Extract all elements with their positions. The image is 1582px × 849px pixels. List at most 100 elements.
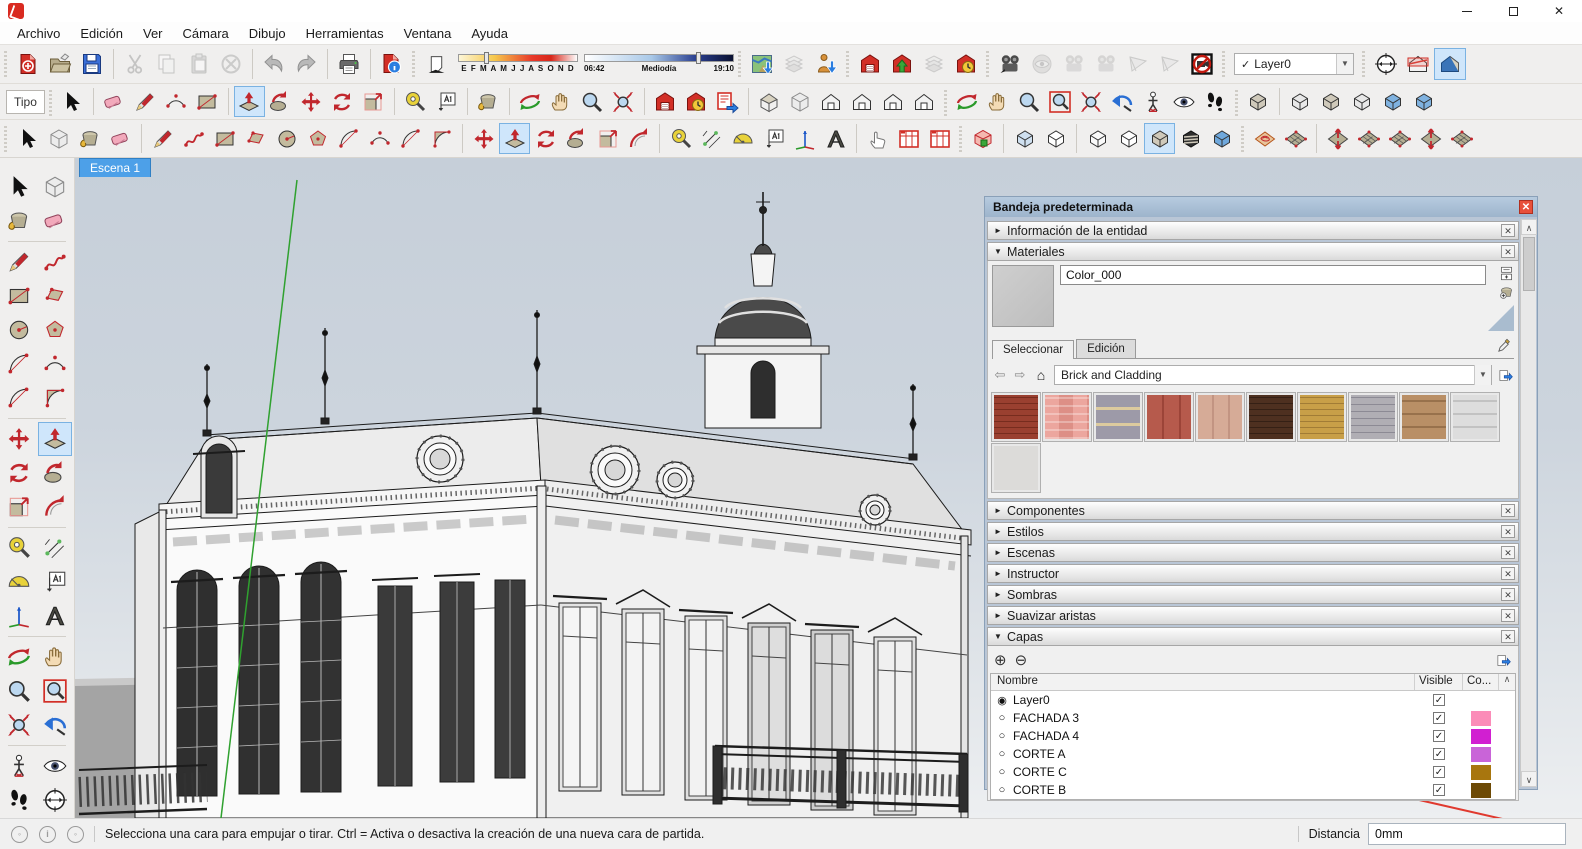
print-button[interactable] — [333, 48, 365, 80]
display-section-planes-button[interactable] — [1402, 48, 1434, 80]
walk-tool[interactable] — [1200, 86, 1231, 117]
section-plane-button[interactable] — [1370, 48, 1402, 80]
polygon-tool[interactable] — [38, 313, 72, 347]
zoom-tool[interactable] — [2, 674, 36, 708]
view-iso-button[interactable] — [754, 86, 785, 117]
swatch-tan-siding[interactable] — [1400, 393, 1448, 441]
add-scene-button[interactable] — [994, 48, 1026, 80]
followme-tool[interactable] — [561, 123, 592, 154]
geolocation-icon[interactable]: ◦ — [11, 826, 28, 843]
move-tool[interactable] — [468, 123, 499, 154]
orbit-tool[interactable] — [952, 86, 983, 117]
collection-dropdown[interactable]: Brick and Cladding ▼ — [1054, 365, 1492, 385]
tray-scrollbar[interactable]: ∧ ∨ — [1520, 219, 1536, 787]
sign-in-icon[interactable]: ◦ — [67, 826, 84, 843]
line-tool[interactable] — [2, 245, 36, 279]
interact-tool[interactable] — [862, 123, 893, 154]
add-building-button[interactable] — [810, 48, 842, 80]
dimension-tool[interactable] — [38, 531, 72, 565]
toolbar-grip[interactable] — [984, 49, 992, 79]
scale-tool[interactable] — [2, 490, 36, 524]
followme-tool[interactable] — [265, 86, 296, 117]
sandbox-add-detail-button[interactable] — [1415, 123, 1446, 154]
sandbox-stamp-button[interactable] — [1353, 123, 1384, 154]
tape-measure-tool[interactable] — [665, 123, 696, 154]
pan-tool[interactable] — [546, 86, 577, 117]
export-model-button[interactable] — [712, 86, 743, 117]
select-tool[interactable] — [12, 123, 43, 154]
visible-checkbox[interactable]: ✓ — [1433, 766, 1445, 778]
add-location-button[interactable] — [746, 48, 778, 80]
scroll-down-icon[interactable]: ∨ — [1521, 771, 1537, 787]
scene-tab[interactable]: Escena 1 — [79, 158, 151, 177]
sandbox-from-scratch-button[interactable] — [1280, 123, 1311, 154]
zoom-extents-tool[interactable] — [2, 708, 36, 742]
look-around-tool[interactable] — [1169, 86, 1200, 117]
menu-herramientas[interactable]: Herramientas — [297, 24, 393, 43]
copy-button[interactable] — [151, 48, 183, 80]
col-nombre[interactable]: Nombre — [991, 674, 1415, 690]
offset-tool[interactable] — [38, 490, 72, 524]
delete-button[interactable] — [215, 48, 247, 80]
layer-dropdown[interactable]: ✓ Layer0 ▼ — [1234, 53, 1354, 75]
sandbox-drape-button[interactable] — [1384, 123, 1415, 154]
create-material-icon[interactable] — [1498, 284, 1514, 300]
eraser-tool[interactable] — [105, 123, 136, 154]
undo-button[interactable] — [258, 48, 290, 80]
shadow-date-track[interactable] — [458, 54, 578, 62]
section-display-button[interactable] — [967, 123, 998, 154]
rectangle-tool[interactable] — [2, 279, 36, 313]
tab-edicion[interactable]: Edición — [1076, 339, 1136, 358]
section-capas[interactable]: ▼Capas✕ — [987, 627, 1519, 646]
layer-name[interactable]: Layer0 — [1013, 693, 1415, 707]
style-monochrome-button[interactable] — [1206, 123, 1237, 154]
section-close-button[interactable]: ✕ — [1501, 567, 1515, 580]
component-hide-similar-button[interactable] — [1316, 86, 1347, 117]
generate-report2-button[interactable] — [924, 123, 955, 154]
scale-tool[interactable] — [358, 86, 389, 117]
shadow-date-slider[interactable]: E F M A M J J A S O N D — [458, 51, 578, 77]
zoom-tool[interactable] — [1014, 86, 1045, 117]
zoom-tool[interactable] — [577, 86, 608, 117]
previous-view-button[interactable] — [38, 708, 72, 742]
toolbar-grip[interactable] — [1239, 124, 1247, 154]
section-close-button[interactable]: ✕ — [1501, 609, 1515, 622]
eyedropper-icon[interactable] — [1496, 337, 1512, 353]
layer-color-chip[interactable] — [1471, 765, 1491, 780]
move-tool[interactable] — [296, 86, 327, 117]
cut-button[interactable] — [119, 48, 151, 80]
component-blue-button[interactable] — [1378, 86, 1409, 117]
style-shaded-button[interactable] — [1144, 123, 1175, 154]
section-plane-tool[interactable] — [38, 783, 72, 817]
camera-frustum-button[interactable] — [1122, 48, 1154, 80]
sandbox-smoove-button[interactable] — [1322, 123, 1353, 154]
measurement-input[interactable] — [1368, 823, 1566, 845]
sandbox-from-contours-button[interactable] — [1249, 123, 1280, 154]
pushpull-tool[interactable] — [499, 123, 530, 154]
style-back-edges-button[interactable] — [1040, 123, 1071, 154]
shadows-toggle-button[interactable] — [420, 48, 452, 80]
collection-caret-icon[interactable]: ▼ — [1474, 365, 1491, 385]
dimension-tool[interactable] — [696, 123, 727, 154]
minimize-button[interactable] — [1444, 0, 1490, 22]
toolbar-grip[interactable] — [47, 88, 55, 116]
orbit-tool[interactable] — [2, 640, 36, 674]
component-edit-button[interactable] — [1285, 86, 1316, 117]
section-escenas[interactable]: ►Escenas✕ — [987, 543, 1519, 562]
home-icon[interactable]: ⌂ — [1032, 367, 1050, 383]
generate-report-button[interactable] — [893, 123, 924, 154]
paint-bucket-tool[interactable] — [2, 204, 36, 238]
style-textured-button[interactable] — [1175, 123, 1206, 154]
arc-tool-dropdown[interactable] — [161, 86, 192, 117]
model-info-button[interactable] — [376, 48, 408, 80]
select-tool[interactable] — [2, 170, 36, 204]
text-tool[interactable] — [431, 86, 462, 117]
material-preview[interactable] — [992, 265, 1054, 327]
protractor-tool[interactable] — [2, 565, 36, 599]
component-lock-button[interactable] — [1347, 86, 1378, 117]
layer-name[interactable]: CORTE A — [1013, 747, 1415, 761]
hide-rest-of-model-button[interactable] — [1243, 86, 1274, 117]
visible-checkbox[interactable]: ✓ — [1433, 730, 1445, 742]
section-estilos[interactable]: ►Estilos✕ — [987, 522, 1519, 541]
material-name-input[interactable] — [1060, 265, 1486, 285]
